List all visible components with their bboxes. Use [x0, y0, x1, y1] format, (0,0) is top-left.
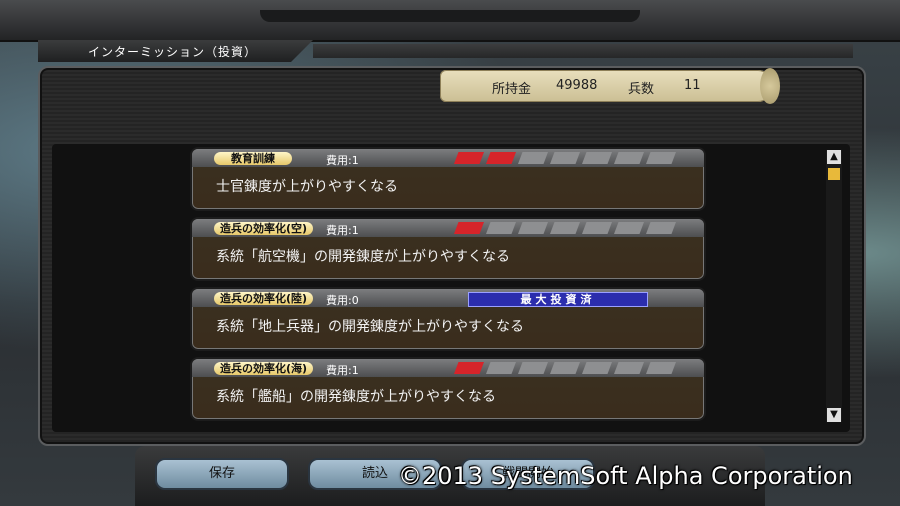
gauge-segment-empty	[646, 362, 676, 374]
investment-description: 系統「航空機」の開発錬度が上がりやすくなる	[216, 249, 510, 265]
gauge-segment-empty	[646, 222, 676, 234]
investment-cost: 費用:0	[326, 294, 359, 307]
investment-badge: 造兵の効率化(海)	[214, 362, 314, 375]
investment-row-air[interactable]: 造兵の効率化(空) 費用:1 系統「航空機」の開発錬度が上がりやすくなる	[190, 217, 706, 281]
investment-cost: 費用:1	[326, 154, 359, 167]
max-invested-label: 最大投資済	[468, 292, 648, 307]
gauge-segment-empty	[646, 152, 676, 164]
investment-description: 系統「地上兵器」の開発錬度が上がりやすくなる	[216, 319, 524, 335]
gauge-segment-empty	[518, 152, 548, 164]
scroll-down-icon[interactable]: ▼	[827, 408, 841, 422]
scroll-curl	[760, 68, 780, 104]
investment-gauge	[454, 152, 676, 164]
gauge-segment-empty	[582, 152, 612, 164]
funds-scroll: 所持金 49988 兵数 11	[440, 68, 780, 104]
window-title: インターミッション（投資）	[88, 45, 258, 59]
gauge-segment-filled	[454, 152, 484, 164]
scroll-thumb[interactable]	[828, 168, 840, 180]
investment-description: 士官錬度が上がりやすくなる	[216, 179, 398, 195]
gauge-segment-filled	[486, 152, 516, 164]
investment-cost: 費用:1	[326, 224, 359, 237]
funds-label: 所持金	[492, 82, 532, 97]
investment-row-land[interactable]: 造兵の効率化(陸) 費用:0 最大投資済 系統「地上兵器」の開発錬度が上がりやす…	[190, 287, 706, 351]
gauge-segment-filled	[454, 362, 484, 374]
gauge-segment-empty	[550, 152, 580, 164]
copyright-notice: ©2013 SystemSoft Alpha Corporation	[398, 462, 853, 490]
gauge-segment-empty	[614, 362, 644, 374]
investment-gauge	[454, 362, 676, 374]
gauge-segment-filled	[454, 222, 484, 234]
investment-description: 系統「艦船」の開発錬度が上がりやすくなる	[216, 389, 496, 405]
funds-value: 49988	[556, 78, 598, 93]
gauge-segment-empty	[518, 222, 548, 234]
scroll-up-icon[interactable]: ▲	[827, 150, 841, 164]
list-scrollbar[interactable]: ▲ ▼	[826, 150, 842, 422]
gauge-segment-empty	[614, 222, 644, 234]
soldiers-label: 兵数	[628, 82, 655, 97]
investment-gauge	[454, 222, 676, 234]
gauge-segment-empty	[486, 222, 516, 234]
investment-badge: 造兵の効率化(陸)	[214, 292, 314, 305]
window-title-tab: インターミッション（投資）	[38, 40, 313, 62]
save-button[interactable]: 保存	[155, 458, 289, 490]
title-rail	[313, 44, 853, 58]
investment-badge: 教育訓練	[214, 152, 292, 165]
gauge-segment-empty	[518, 362, 548, 374]
investment-row-sea[interactable]: 造兵の効率化(海) 費用:1 系統「艦船」の開発錬度が上がりやすくなる	[190, 357, 706, 421]
investment-cost: 費用:1	[326, 364, 359, 377]
gauge-segment-empty	[582, 362, 612, 374]
investment-row-training[interactable]: 教育訓練 費用:1 士官錬度が上がりやすくなる	[190, 147, 706, 211]
investment-badge: 造兵の効率化(空)	[214, 222, 314, 235]
soldiers-value: 11	[684, 78, 701, 93]
gauge-segment-empty	[550, 362, 580, 374]
top-frame	[0, 0, 900, 42]
gauge-segment-empty	[486, 362, 516, 374]
gauge-segment-empty	[582, 222, 612, 234]
gauge-segment-empty	[550, 222, 580, 234]
gauge-segment-empty	[614, 152, 644, 164]
